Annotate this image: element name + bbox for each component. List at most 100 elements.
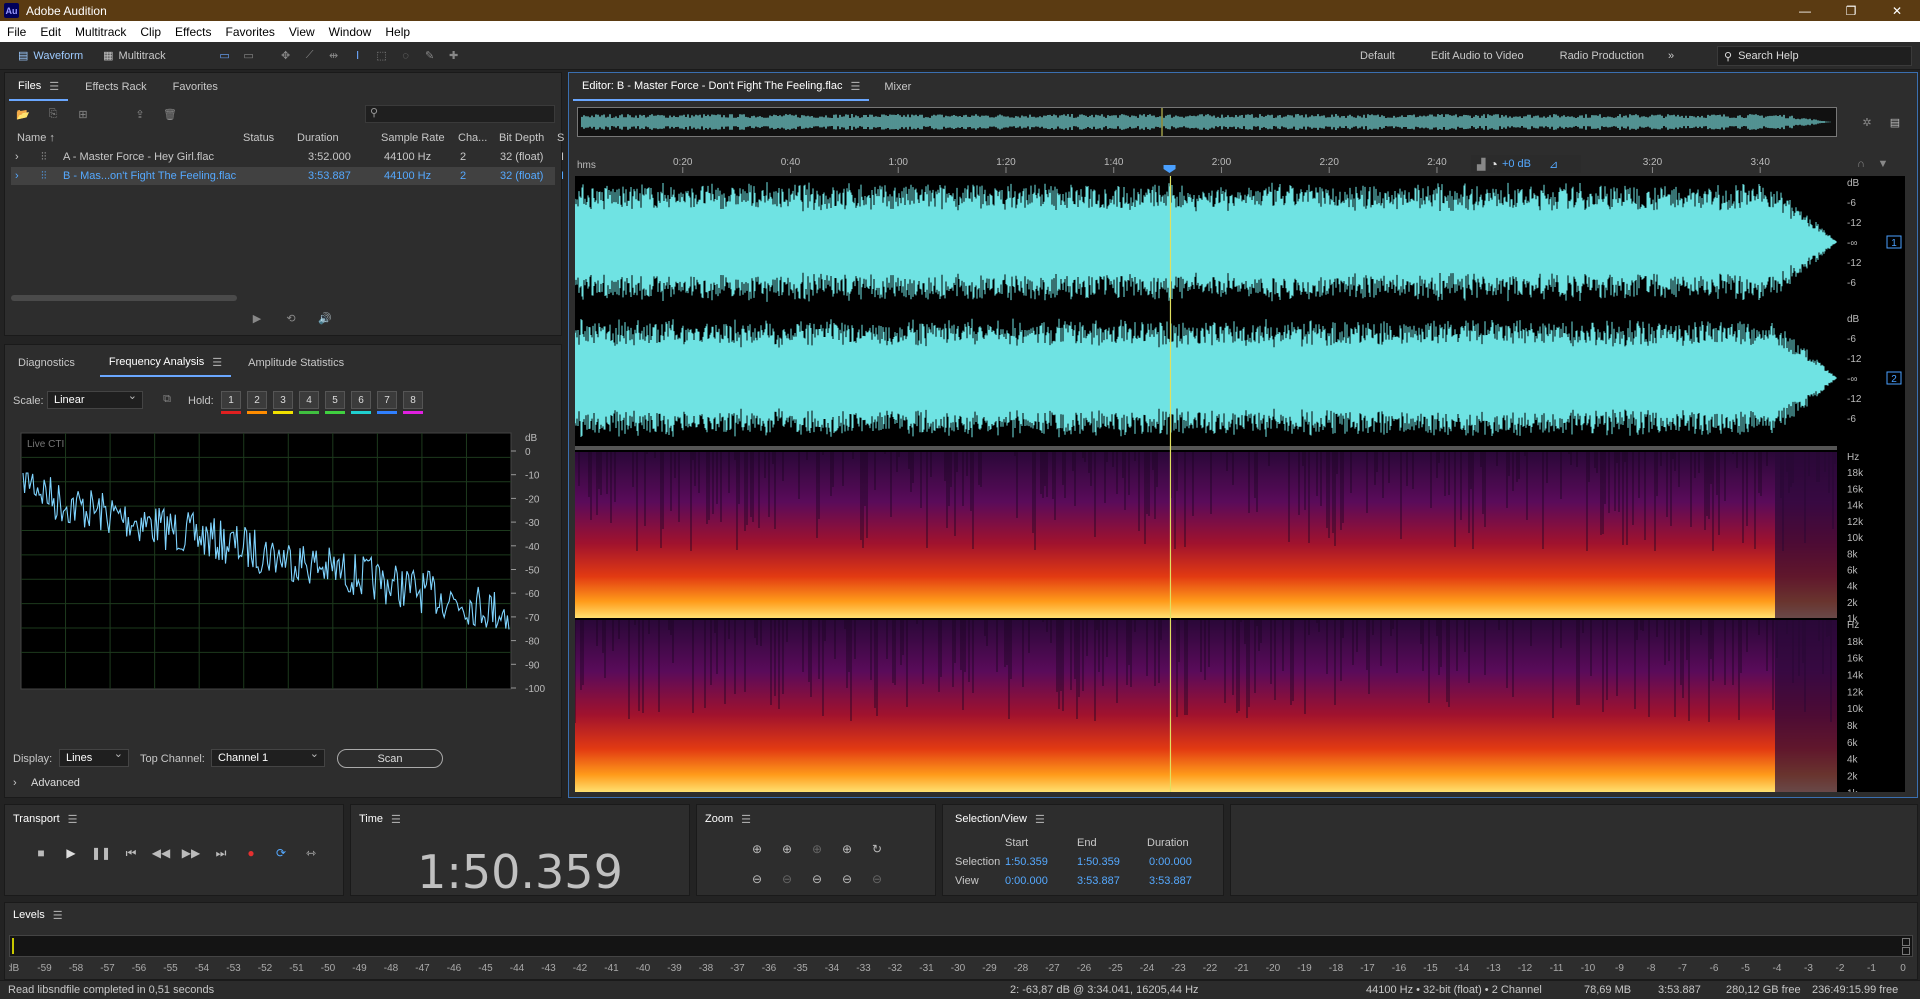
workspace-default[interactable]: Default [1342,50,1413,62]
fast-forward-button[interactable]: ▶▶ [179,841,203,865]
move-to-end-button[interactable]: ⏭ [209,841,233,865]
volume-knob-icon[interactable]: ◔ [1489,156,1497,172]
timeline-ruler[interactable]: hms0:200:401:001:201:402:002:202:403:003… [575,153,1905,173]
close-button[interactable]: ✕ [1874,0,1920,21]
selection-start[interactable]: 1:50.359 [1005,856,1048,868]
loop-button[interactable]: ⟳ [269,841,293,865]
view-duration[interactable]: 3:53.887 [1149,875,1192,887]
marker-icon[interactable]: ▼ [1874,155,1892,173]
zoom-in-amplitude-icon[interactable]: ⊕ [745,837,769,861]
scan-button[interactable]: Scan [337,749,443,768]
col-sample-rate[interactable]: Sample Rate [381,132,445,144]
advanced-expand-icon[interactable]: › [13,777,17,789]
waveform-display[interactable]: dB -6 -12 -∞ -12 -6 1 dB -6 -12 -∞ -12 -6 2 Hz 18k 16k 14… [574,176,1905,799]
table-row[interactable]: › ⫶⫶ A - Master Force - Hey Girl.flac 3:… [11,148,564,166]
open-file-icon[interactable]: 📂 [14,105,32,123]
pin-icon[interactable]: ⊿ [1549,158,1558,171]
play-button[interactable]: ▶ [59,841,83,865]
tab-effects-rack[interactable]: Effects Rack [76,73,156,101]
tab-mixer[interactable]: Mixer [875,73,920,101]
tab-frequency-analysis[interactable]: Frequency Analysis ☰ [99,349,232,377]
workspace-edit-audio-video[interactable]: Edit Audio to Video [1413,50,1542,62]
move-tool-icon[interactable]: ✥ [277,47,295,65]
zoom-in-time-icon[interactable]: ⊕ [775,837,799,861]
menu-file[interactable]: File [0,25,33,39]
auto-play-icon[interactable]: 🔊 [316,309,334,327]
selection-duration[interactable]: 0:00.000 [1149,856,1192,868]
maximize-button[interactable]: ❐ [1828,0,1874,21]
panel-menu-icon[interactable]: ☰ [741,813,751,826]
expand-icon[interactable]: › [15,151,19,163]
zoom-out-all-icon[interactable]: ⊖ [865,867,889,891]
panel-menu-icon[interactable]: ☰ [1035,813,1045,826]
panel-menu-icon[interactable]: ☰ [212,356,222,369]
minimize-button[interactable]: — [1782,0,1828,21]
insert-into-multitrack-icon[interactable]: ⇪ [131,105,149,123]
tab-files[interactable]: Files ☰ [9,73,69,101]
clip-indicator[interactable] [1902,947,1910,955]
hold-button-3[interactable]: 3 [273,391,293,414]
view-end[interactable]: 3:53.887 [1077,875,1120,887]
scale-select[interactable]: Linear [47,389,143,409]
spot-healing-icon[interactable]: ✚ [445,47,463,65]
slip-tool-icon[interactable]: ⇹ [325,47,343,65]
panel-menu-icon[interactable]: ☰ [391,813,401,826]
delete-file-icon[interactable]: 🗑 [161,105,179,123]
files-search-input[interactable]: ⚲ [365,105,555,123]
advanced-label[interactable]: Advanced [31,777,80,789]
zoom-reset-icon[interactable]: ↻ [865,837,889,861]
menu-help[interactable]: Help [378,25,417,39]
zoom-out-full-icon[interactable]: ⊖ [775,867,799,891]
menu-favorites[interactable]: Favorites [219,25,282,39]
hold-button-6[interactable]: 6 [351,391,371,414]
col-name[interactable]: Name ↑ [17,132,55,144]
zoom-out-point-icon[interactable]: ⊖ [835,867,859,891]
horizontal-scrollbar[interactable] [11,295,237,301]
hold-button-2[interactable]: 2 [247,391,267,414]
hold-button-5[interactable]: 5 [325,391,345,414]
hold-button-4[interactable]: 4 [299,391,319,414]
panel-menu-icon[interactable]: ☰ [68,813,78,826]
zoom-selection-icon[interactable]: ⊕ [805,837,829,861]
table-row[interactable]: › ⫶⫶ B - Mas...on't Fight The Feeling.fl… [11,167,564,185]
expand-icon[interactable]: › [15,170,19,182]
selection-end[interactable]: 1:50.359 [1077,856,1120,868]
menu-view[interactable]: View [282,25,322,39]
workspace-more-button[interactable]: » [1662,50,1680,62]
zoom-in-point-icon[interactable]: ⊕ [835,837,859,861]
zoom-to-fit-icon[interactable]: ✲ [1858,113,1876,131]
clip-indicator[interactable] [1902,938,1910,946]
waveform-mode-button[interactable]: ▤ Waveform [8,45,93,67]
panel-menu-icon[interactable]: ☰ [851,80,861,93]
lasso-tool-icon[interactable]: ◌ [397,47,415,65]
zoom-out-amplitude-icon[interactable]: ⊖ [745,867,769,891]
display-select[interactable]: Lines [59,747,129,767]
menu-edit[interactable]: Edit [33,25,68,39]
multitrack-mode-button[interactable]: ▦ Multitrack [93,45,175,67]
tab-diagnostics[interactable]: Diagnostics [9,349,84,377]
hold-button-1[interactable]: 1 [221,391,241,414]
menu-effects[interactable]: Effects [168,25,218,39]
headphones-icon[interactable]: ∩ [1852,155,1870,173]
hold-button-7[interactable]: 7 [377,391,397,414]
pause-button[interactable]: ❚❚ [89,841,113,865]
search-help-input[interactable]: ⚲ Search Help [1717,46,1912,66]
workspace-radio-production[interactable]: Radio Production [1542,50,1662,62]
view-start[interactable]: 0:00.000 [1005,875,1048,887]
overview-bar[interactable] [577,107,1837,137]
col-status[interactable]: Status [243,132,274,144]
move-to-start-button[interactable]: ⏮ [119,841,143,865]
razor-tool-icon[interactable]: ⟋ [301,47,319,65]
menu-window[interactable]: Window [322,25,379,39]
panel-options-icon[interactable]: ▤ [1886,113,1904,131]
tab-favorites[interactable]: Favorites [164,73,227,101]
col-bit-depth[interactable]: Bit Depth [499,132,544,144]
marquee-tool-icon[interactable]: ⬚ [373,47,391,65]
menu-multitrack[interactable]: Multitrack [68,25,133,39]
import-file-icon[interactable]: ⎘ [44,105,62,123]
col-duration[interactable]: Duration [297,132,339,144]
menu-clip[interactable]: Clip [133,25,168,39]
top-channel-select[interactable]: Channel 1 [211,747,325,767]
brush-tool-icon[interactable]: ✎ [421,47,439,65]
rewind-button[interactable]: ◀◀ [149,841,173,865]
